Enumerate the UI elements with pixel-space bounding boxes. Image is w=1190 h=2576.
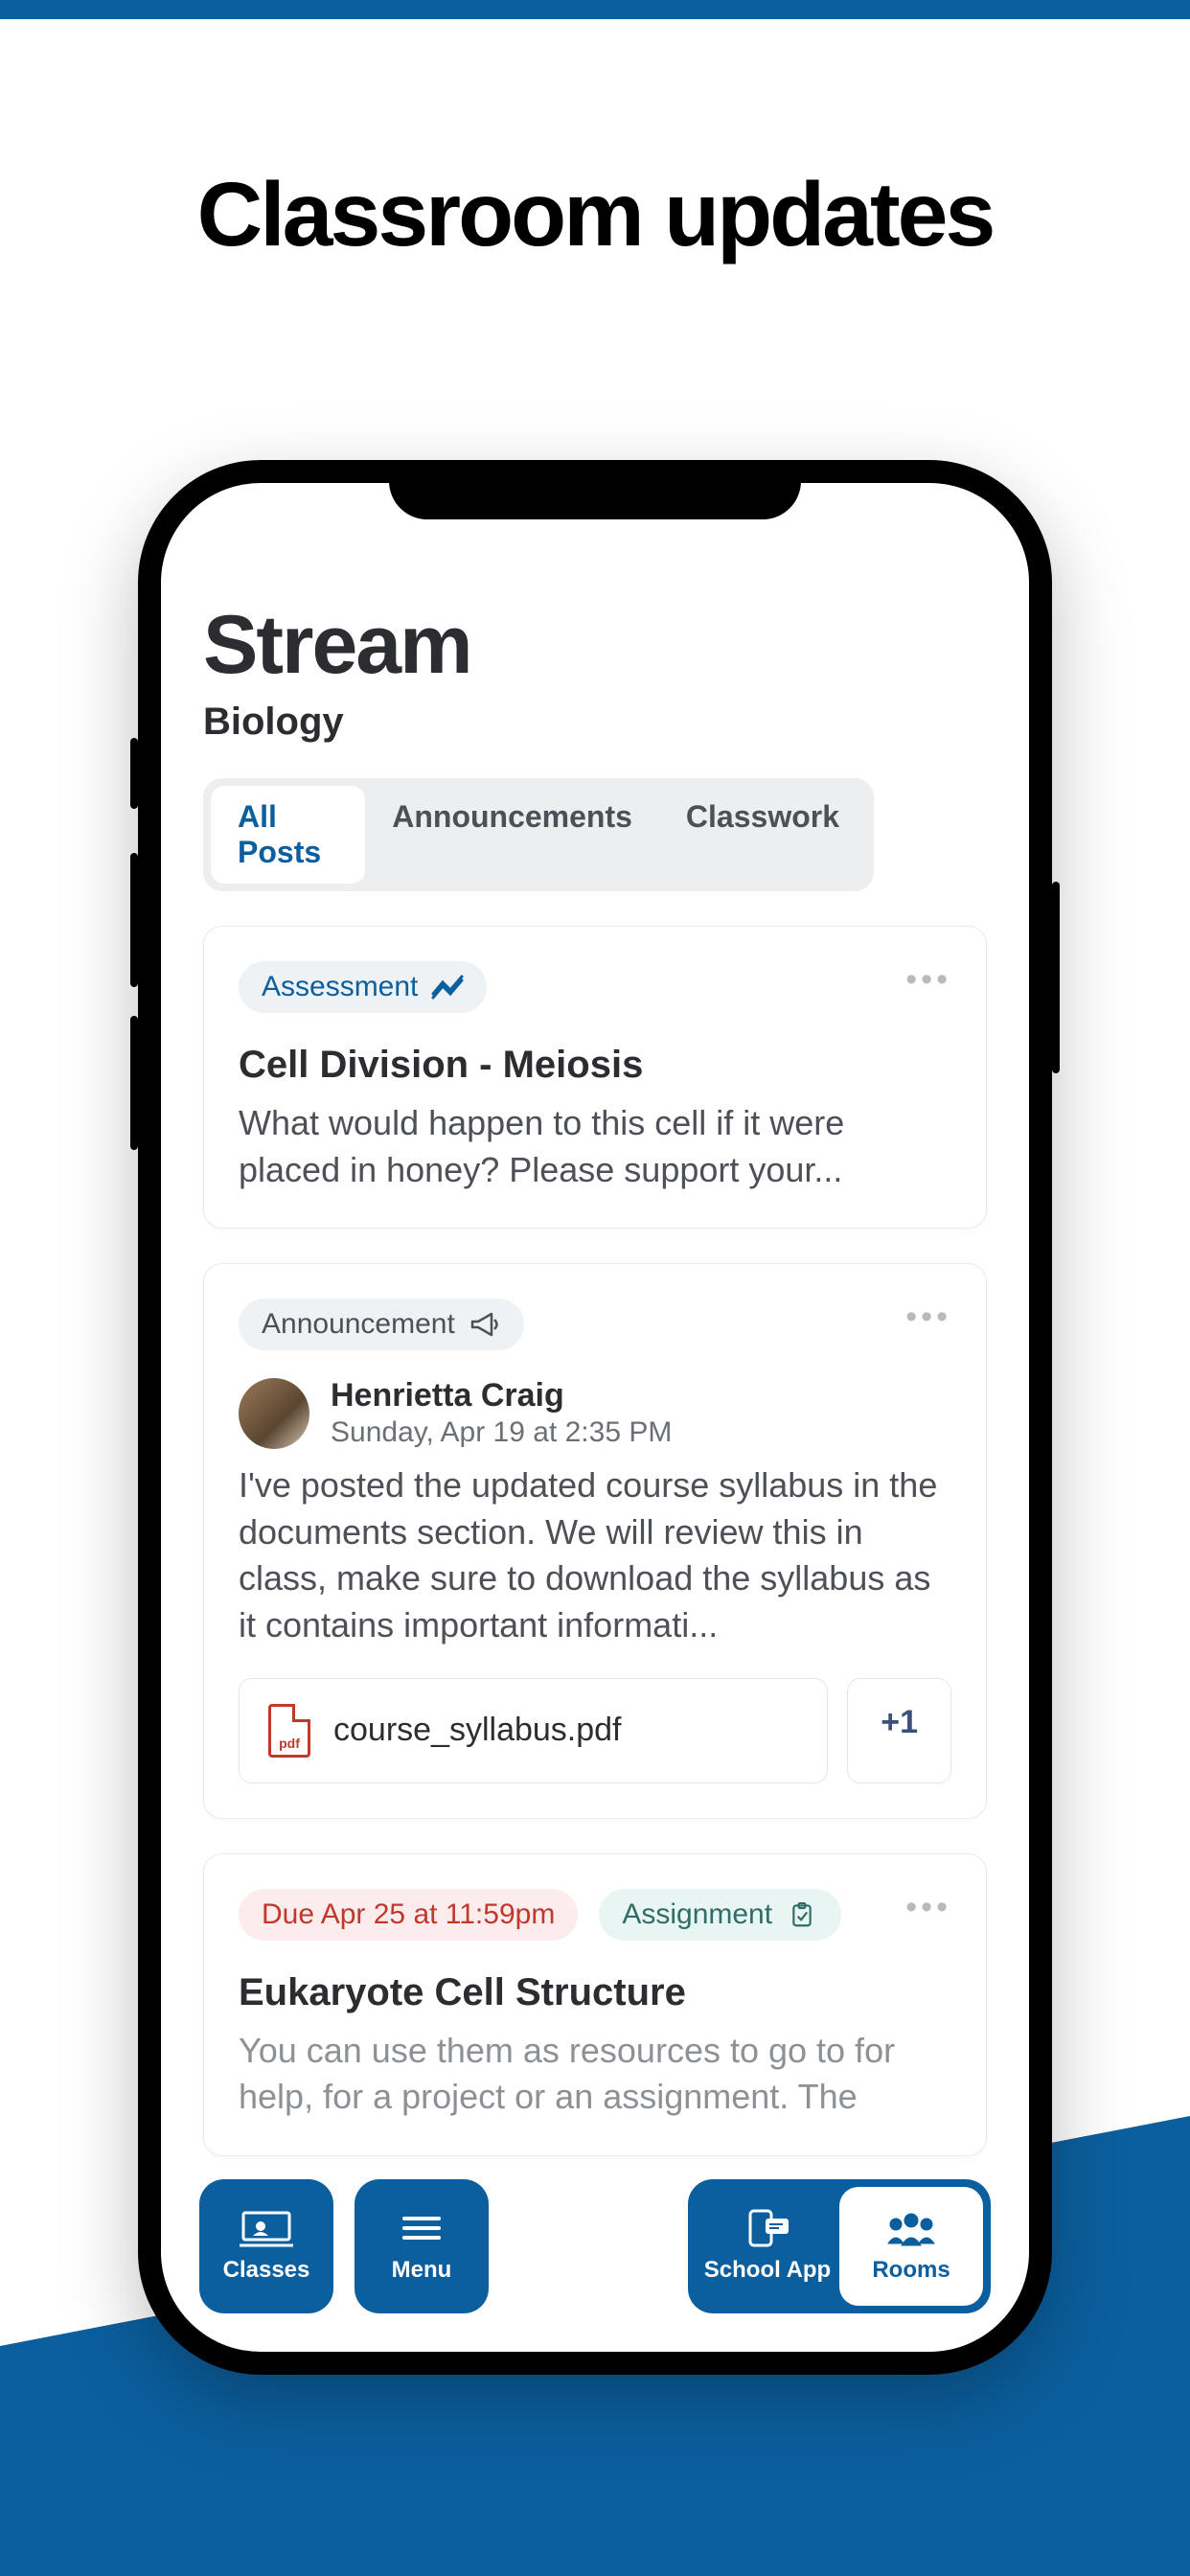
promo-title: Classroom updates: [0, 163, 1190, 267]
school-app-icon: [741, 2209, 794, 2247]
class-subject: Biology: [203, 701, 987, 744]
phone-side-button: [130, 1016, 138, 1150]
nav-label: Menu: [392, 2257, 452, 2284]
post-card[interactable]: ••• Announcement Henrietta Craig Sunday,…: [203, 1263, 987, 1818]
nav-label: School App: [704, 2257, 831, 2284]
post-menu-icon[interactable]: •••: [905, 1299, 951, 1336]
top-accent-strip: [0, 0, 1190, 19]
nav-classes-button[interactable]: Classes: [199, 2179, 333, 2313]
phone-notch: [389, 460, 801, 519]
post-body: You can use them as resources to go to f…: [239, 2028, 951, 2121]
post-type-chip: Announcement: [239, 1299, 524, 1350]
post-type-chip: Assessment: [239, 961, 487, 1013]
post-timestamp: Sunday, Apr 19 at 2:35 PM: [331, 1416, 672, 1449]
post-body: I've posted the updated course syllabus …: [239, 1462, 951, 1648]
avatar: [239, 1378, 309, 1449]
attachment[interactable]: pdf course_syllabus.pdf: [239, 1678, 828, 1783]
phone-side-button: [130, 738, 138, 809]
chip-label: Assignment: [622, 1898, 772, 1931]
chip-label: Announcement: [262, 1308, 455, 1341]
nav-menu-button[interactable]: Menu: [355, 2179, 489, 2313]
assessment-icon: [431, 975, 464, 1000]
chip-label: Due Apr 25 at 11:59pm: [262, 1898, 555, 1931]
author-name: Henrietta Craig: [331, 1377, 672, 1414]
post-title: Eukaryote Cell Structure: [239, 1971, 951, 2014]
more-attachments-button[interactable]: +1: [847, 1678, 951, 1783]
menu-icon: [395, 2209, 448, 2247]
assignment-icon: [786, 1902, 818, 1927]
tab-classwork[interactable]: Classwork: [659, 786, 866, 884]
post-author-row: Henrietta Craig Sunday, Apr 19 at 2:35 P…: [239, 1377, 951, 1449]
nav-app-switcher: School App Rooms: [688, 2179, 991, 2313]
post-card[interactable]: ••• Assessment Cell Division - Meiosis W…: [203, 926, 987, 1229]
nav-school-app-button[interactable]: School App: [696, 2187, 839, 2306]
post-menu-icon[interactable]: •••: [905, 1889, 951, 1926]
tab-announcements[interactable]: Announcements: [365, 786, 659, 884]
post-type-chip: Assignment: [599, 1889, 841, 1941]
chip-label: Assessment: [262, 971, 418, 1003]
phone-side-button: [130, 853, 138, 987]
attachment-filename: course_syllabus.pdf: [333, 1712, 622, 1749]
post-body: What would happen to this cell if it wer…: [239, 1100, 951, 1193]
phone-mockup: Stream Biology All Posts Announcements C…: [138, 460, 1052, 2375]
post-menu-icon[interactable]: •••: [905, 961, 951, 999]
bottom-navigation: Classes Menu School App Rooms: [199, 2179, 991, 2313]
due-date-chip: Due Apr 25 at 11:59pm: [239, 1889, 578, 1941]
rooms-icon: [884, 2209, 938, 2247]
phone-screen: Stream Biology All Posts Announcements C…: [161, 483, 1029, 2352]
phone-side-button: [1052, 882, 1060, 1073]
classes-icon: [240, 2209, 293, 2247]
post-card[interactable]: ••• Due Apr 25 at 11:59pm Assignment Euk…: [203, 1853, 987, 2156]
pdf-icon: pdf: [268, 1704, 310, 1758]
nav-label: Classes: [223, 2257, 310, 2284]
post-title: Cell Division - Meiosis: [239, 1044, 951, 1087]
nav-rooms-button[interactable]: Rooms: [839, 2187, 983, 2306]
megaphone-icon: [469, 1312, 501, 1337]
stream-filter-tabs: All Posts Announcements Classwork: [203, 778, 874, 891]
nav-label: Rooms: [872, 2257, 950, 2284]
tab-all-posts[interactable]: All Posts: [211, 786, 365, 884]
page-title: Stream: [203, 598, 987, 693]
